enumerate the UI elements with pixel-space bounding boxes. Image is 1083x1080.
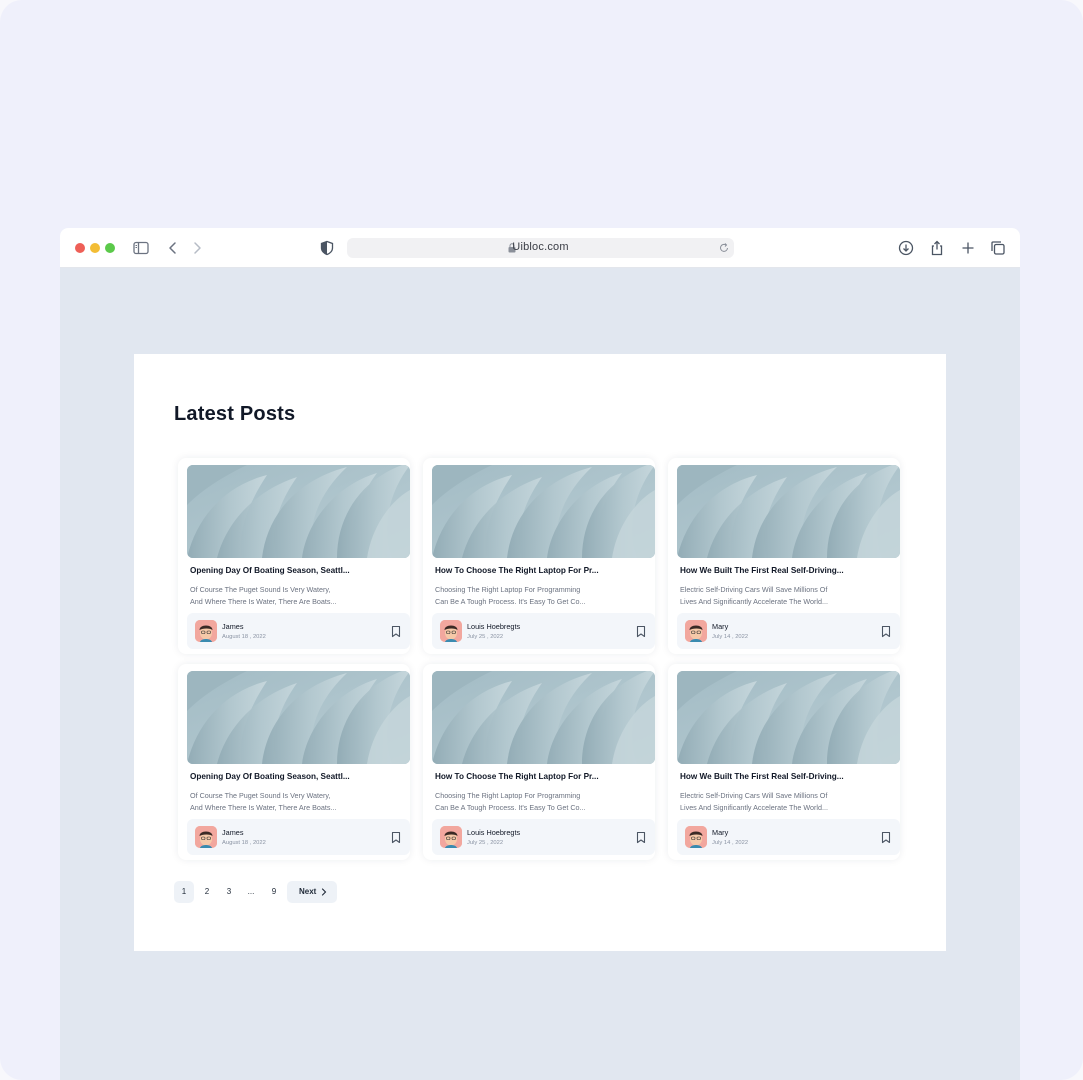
post-excerpt-line: Choosing The Right Laptop For Programmin…	[435, 585, 581, 594]
close-window-button[interactable]	[75, 243, 85, 253]
post-title[interactable]: Opening Day Of Boating Season, Seattl...	[190, 566, 400, 575]
author-name[interactable]: Mary	[712, 622, 728, 631]
shield-icon[interactable]	[318, 239, 336, 257]
browser-window: Uibloc.com Latest Posts Opening Day Of B…	[60, 228, 1020, 1080]
post-card[interactable]: Opening Day Of Boating Season, Seattl...…	[178, 458, 410, 654]
post-author-bar: Louis Hoebregts July 25 , 2022	[432, 613, 655, 649]
post-excerpt: Of Course The Puget Sound Is Very Watery…	[190, 584, 358, 608]
address-url: Uibloc.com	[512, 241, 569, 253]
post-author-bar: James August 18 , 2022	[187, 613, 410, 649]
avatar	[195, 826, 217, 848]
page-button-2[interactable]: 2	[197, 881, 217, 903]
bookmark-icon[interactable]	[880, 625, 892, 638]
post-excerpt: Electric Self-Driving Cars Will Save Mil…	[680, 790, 848, 814]
browser-toolbar: Uibloc.com	[60, 228, 1020, 268]
avatar	[440, 826, 462, 848]
minimize-window-button[interactable]	[90, 243, 100, 253]
post-excerpt-line: Choosing The Right Laptop For Programmin…	[435, 791, 581, 800]
author-name[interactable]: Mary	[712, 828, 728, 837]
post-title[interactable]: Opening Day Of Boating Season, Seattl...	[190, 772, 400, 781]
post-excerpt-line: And Where There Is Water, There Are Boat…	[190, 597, 337, 606]
next-page-label: Next	[299, 887, 317, 896]
post-thumbnail[interactable]	[187, 465, 410, 558]
avatar	[195, 620, 217, 642]
bookmark-icon[interactable]	[390, 831, 402, 844]
chevron-left-icon[interactable]	[164, 239, 182, 257]
chevron-right-icon	[321, 888, 327, 896]
bookmark-icon[interactable]	[635, 625, 647, 638]
sidebar-icon[interactable]	[132, 239, 150, 257]
post-excerpt-line: Lives And Significantly Accelerate The W…	[680, 597, 828, 606]
reload-icon[interactable]	[718, 242, 730, 254]
section-title: Latest Posts	[174, 403, 296, 425]
post-excerpt: Choosing The Right Laptop For Programmin…	[435, 790, 603, 814]
post-excerpt: Electric Self-Driving Cars Will Save Mil…	[680, 584, 848, 608]
post-title[interactable]: How To Choose The Right Laptop For Pr...	[435, 566, 645, 575]
tabs-icon[interactable]	[989, 239, 1007, 257]
page-button-9[interactable]: 9	[264, 881, 284, 903]
post-card[interactable]: Opening Day Of Boating Season, Seattl...…	[178, 664, 410, 860]
post-title[interactable]: How We Built The First Real Self-Driving…	[680, 772, 890, 781]
bookmark-icon[interactable]	[635, 831, 647, 844]
plus-icon[interactable]	[959, 239, 977, 257]
post-excerpt: Of Course The Puget Sound Is Very Watery…	[190, 790, 358, 814]
post-thumbnail[interactable]	[677, 465, 900, 558]
post-excerpt-line: Lives And Significantly Accelerate The W…	[680, 803, 828, 812]
download-icon[interactable]	[897, 239, 915, 257]
post-author-bar: Mary July 14 , 2022	[677, 819, 900, 855]
page-button-3[interactable]: 3	[219, 881, 239, 903]
post-card[interactable]: How To Choose The Right Laptop For Pr...…	[423, 458, 655, 654]
post-excerpt-line: Of Course The Puget Sound Is Very Watery…	[190, 791, 331, 800]
latest-posts-section: Latest Posts Opening Day Of Boating Seas…	[134, 354, 946, 951]
page-ellipsis: ...	[247, 887, 255, 896]
post-excerpt-line: Of Course The Puget Sound Is Very Watery…	[190, 585, 331, 594]
post-date: August 18 , 2022	[222, 840, 266, 846]
author-name[interactable]: Louis Hoebregts	[467, 622, 520, 631]
author-name[interactable]: James	[222, 828, 244, 837]
author-name[interactable]: Louis Hoebregts	[467, 828, 520, 837]
address-bar[interactable]: Uibloc.com	[347, 238, 734, 258]
author-name[interactable]: James	[222, 622, 244, 631]
post-thumbnail[interactable]	[432, 465, 655, 558]
post-author-bar: Louis Hoebregts July 25 , 2022	[432, 819, 655, 855]
post-author-bar: James August 18 , 2022	[187, 819, 410, 855]
post-date: August 18 , 2022	[222, 634, 266, 640]
next-page-button[interactable]: Next	[287, 881, 337, 903]
post-excerpt-line: Can Be A Tough Process. It's Easy To Get…	[435, 803, 586, 812]
post-date: July 14 , 2022	[712, 840, 749, 846]
post-date: July 14 , 2022	[712, 634, 749, 640]
post-author-bar: Mary July 14 , 2022	[677, 613, 900, 649]
bookmark-icon[interactable]	[880, 831, 892, 844]
post-thumbnail[interactable]	[677, 671, 900, 764]
post-excerpt-line: Electric Self-Driving Cars Will Save Mil…	[680, 585, 828, 594]
post-excerpt-line: And Where There Is Water, There Are Boat…	[190, 803, 337, 812]
post-card[interactable]: How We Built The First Real Self-Driving…	[668, 458, 900, 654]
post-date: July 25 , 2022	[467, 634, 504, 640]
page-button-1[interactable]: 1	[174, 881, 194, 903]
avatar	[685, 826, 707, 848]
bookmark-icon[interactable]	[390, 625, 402, 638]
post-excerpt-line: Can Be A Tough Process. It's Easy To Get…	[435, 597, 586, 606]
post-title[interactable]: How To Choose The Right Laptop For Pr...	[435, 772, 645, 781]
post-card[interactable]: How To Choose The Right Laptop For Pr...…	[423, 664, 655, 860]
maximize-window-button[interactable]	[105, 243, 115, 253]
avatar	[685, 620, 707, 642]
post-excerpt-line: Electric Self-Driving Cars Will Save Mil…	[680, 791, 828, 800]
post-thumbnail[interactable]	[432, 671, 655, 764]
post-date: July 25 , 2022	[467, 840, 504, 846]
post-thumbnail[interactable]	[187, 671, 410, 764]
post-title[interactable]: How We Built The First Real Self-Driving…	[680, 566, 890, 575]
post-card[interactable]: How We Built The First Real Self-Driving…	[668, 664, 900, 860]
avatar	[440, 620, 462, 642]
share-icon[interactable]	[928, 239, 946, 257]
chevron-right-icon[interactable]	[188, 239, 206, 257]
post-excerpt: Choosing The Right Laptop For Programmin…	[435, 584, 603, 608]
